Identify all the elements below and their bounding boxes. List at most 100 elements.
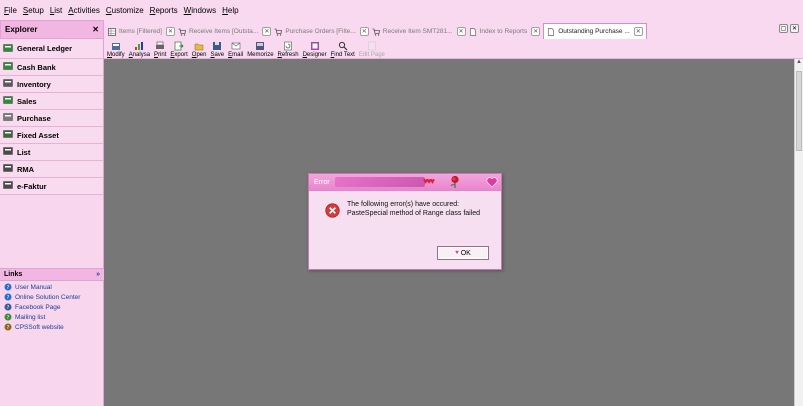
tab-4[interactable]: Index to Reports ✕ (469, 24, 541, 39)
window-controls: ▢ ✕ (779, 24, 799, 33)
toolbar-label: Modify (107, 52, 125, 58)
tab-3[interactable]: Receive Item SMT281... ✕ (372, 24, 466, 39)
menu-item-setup[interactable]: Setup (23, 6, 44, 15)
toolbar-button-edit-page[interactable]: Edit Page (359, 41, 385, 58)
ok-button[interactable]: ♥ OK (437, 246, 489, 260)
tab-close-icon[interactable]: ✕ (456, 27, 466, 36)
toolbar-button-print[interactable]: Print (154, 41, 166, 58)
menu-item-list[interactable]: List (50, 6, 62, 15)
toolbar-label: Refresh (277, 52, 299, 58)
explorer-header: Explorer ✕ (0, 20, 104, 39)
vertical-scrollbar[interactable]: ▲ (794, 59, 803, 406)
sidebar-item-label: List (17, 147, 31, 157)
sidebar-item-e-faktur[interactable]: e-Faktur (0, 178, 103, 195)
tab-2[interactable]: Purchase Orders [Filte... ✕ (274, 24, 369, 39)
toolbar-label: Analysa (128, 52, 151, 58)
cart-icon (372, 28, 380, 36)
toolbar-label: Save (210, 52, 225, 58)
sidebar-item-label: Inventory (17, 79, 51, 89)
tab-label: Outstanding Purchase ... (558, 28, 630, 35)
sidebar-item-rma[interactable]: RMA (0, 161, 103, 178)
toolbar-button-analysa[interactable]: Analysa (129, 41, 150, 58)
dialog-close-icon[interactable] (486, 176, 498, 188)
toolbar-label: Export (170, 52, 188, 58)
close-window-button[interactable]: ✕ (790, 24, 799, 33)
table-icon (108, 27, 116, 36)
sidebar-item-list[interactable]: List (0, 144, 103, 161)
sidebar-item-label: e-Faktur (17, 181, 47, 191)
error-dialog: Error ♥♥♥ The following error(s) have oc… (308, 173, 502, 270)
sidebar-item-cash-bank[interactable]: Cash Bank (0, 59, 103, 76)
tab-close-icon[interactable]: ✕ (359, 27, 369, 36)
link-mailing-list[interactable]: ? Mailing list (0, 312, 104, 322)
explorer-title: Explorer (5, 25, 38, 34)
toolbar: Modify Analysa Print Export Open Save Email Mem… (104, 39, 803, 59)
toolbar-button-email[interactable]: Email (228, 41, 243, 58)
efaktur-icon (3, 180, 17, 192)
tab-5[interactable]: Outstanding Purchase ... ✕ (543, 23, 647, 39)
toolbar-label: Edit Page (358, 52, 385, 58)
links-collapse-button[interactable]: » (96, 271, 100, 278)
sidebar-item-inventory[interactable]: Inventory (0, 76, 103, 93)
svg-text:?: ? (7, 295, 10, 301)
toolbar-label: Email (228, 52, 244, 58)
explorer-close-button[interactable]: ✕ (92, 25, 99, 34)
toolbar-label: Print (154, 52, 167, 58)
menu-item-help[interactable]: Help (222, 6, 238, 15)
toolbar-button-find-text[interactable]: Find Text (331, 41, 355, 58)
menu-item-label: ist (54, 5, 63, 15)
cart-icon (178, 28, 186, 36)
scroll-thumb[interactable] (796, 71, 802, 151)
tab-close-icon[interactable]: ✕ (165, 27, 175, 36)
toolbar-button-open[interactable]: Open (191, 41, 207, 58)
tab-close-icon[interactable]: ✕ (633, 27, 643, 36)
menu-item-customize[interactable]: Customize (106, 6, 144, 15)
menu-item-windows[interactable]: Windows (184, 6, 216, 15)
scroll-up-icon[interactable]: ▲ (795, 59, 803, 65)
inventory-icon (3, 78, 17, 90)
link-online-solution-center[interactable]: ? Online Solution Center (0, 292, 104, 302)
tab-strip: Items [Filtered] ✕ Receive Items [Outsta..… (104, 20, 803, 39)
toolbar-label: Designer (302, 52, 327, 58)
sidebar-item-purchase[interactable]: Purchase (0, 110, 103, 127)
menu-item-reports[interactable]: Reports (150, 6, 178, 15)
links-title: Links (4, 271, 23, 278)
restore-button[interactable]: ▢ (779, 24, 788, 33)
titlebar-decoration (335, 177, 425, 187)
doc-icon (547, 27, 555, 36)
dialog-title: Error (314, 179, 330, 186)
sales-icon (3, 95, 17, 107)
toolbar-label: Memorize (247, 52, 274, 58)
tab-1[interactable]: Receive Items [Outsta... ✕ (178, 24, 272, 39)
menu-bar: File Setup List Activities Customize Reports W… (0, 0, 803, 20)
sidebar-item-sales[interactable]: Sales (0, 93, 103, 110)
toolbar-button-refresh[interactable]: Refresh (278, 41, 299, 58)
web-icon: ? (4, 323, 12, 331)
memorize-icon (256, 42, 265, 50)
menu-item-activities[interactable]: Activities (68, 6, 100, 15)
toolbar-button-export[interactable]: Export (170, 41, 188, 58)
toolbar-button-designer[interactable]: Designer (303, 41, 327, 58)
toolbar-label: Open (191, 52, 207, 58)
toolbar-button-memorize[interactable]: Memorize (247, 41, 274, 58)
tab-label: Receive Items [Outsta... (188, 28, 259, 35)
tab-close-icon[interactable]: ✕ (531, 27, 541, 36)
sidebar-item-general-ledger[interactable]: General Ledger (0, 39, 103, 59)
tab-close-icon[interactable]: ✕ (262, 27, 272, 36)
toolbar-button-save[interactable]: Save (210, 41, 224, 58)
link-user-manual[interactable]: ? User Manual (0, 282, 104, 292)
sidebar-item-fixed-asset[interactable]: Fixed Asset (0, 127, 103, 144)
ledger-icon (3, 43, 17, 55)
tab-label: Receive Item SMT281... (382, 28, 453, 35)
menu-item-label: ile (8, 5, 17, 15)
link-facebook-page[interactable]: ? Facebook Page (0, 302, 104, 312)
facebook-icon: ? (4, 303, 12, 311)
dialog-message-line1: The following error(s) have occured: (347, 201, 460, 208)
tab-0[interactable]: Items [Filtered] ✕ (108, 24, 175, 39)
links-header: Links » (0, 268, 104, 281)
hearts-icon: ♥♥♥ (423, 176, 435, 186)
menu-item-file[interactable]: File (4, 6, 17, 15)
toolbar-button-modify[interactable]: Modify (107, 41, 125, 58)
print-icon (156, 41, 165, 49)
link-cpssoft-website[interactable]: ? CPSSoft website (0, 322, 104, 332)
